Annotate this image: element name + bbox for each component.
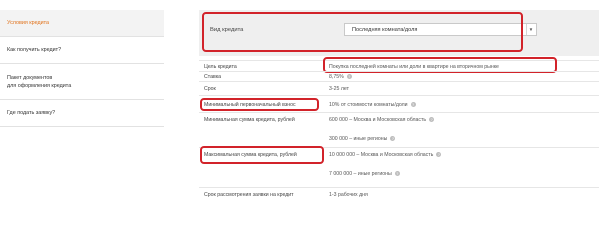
rate-label: Ставка	[204, 74, 221, 80]
info-icon[interactable]: ?	[410, 102, 416, 108]
sidebar-item-where-to-apply[interactable]: Где подать заявку?	[0, 100, 164, 127]
highlight-box-loan-type	[202, 12, 523, 52]
sidebar-item-how-to-get-loan[interactable]: Как получить кредит?	[0, 37, 164, 64]
sidebar-item-label: Где подать заявку?	[7, 110, 56, 116]
row-review: Срок рассмотрения заявки на кредит 1-3 р…	[199, 187, 599, 214]
info-icon[interactable]: ?	[346, 74, 352, 80]
sidebar-item-label: Как получить кредит?	[7, 47, 62, 53]
chevron-down-icon[interactable]: ▼	[526, 24, 535, 35]
max-amount-value-1: 10 000 000 – Москва и Московская область…	[329, 152, 442, 158]
sidebar-item-documents[interactable]: Пакет документов для оформления кредита	[0, 64, 164, 100]
review-value: 1-3 рабочих дня	[329, 192, 368, 198]
sidebar-item-label: Условия кредита	[7, 20, 50, 26]
row-min-amount: Минимальная сумма кредита, рублей 600 00…	[199, 112, 599, 148]
min-amount-label: Минимальная сумма кредита, рублей	[204, 117, 295, 123]
term-value: 3-25 лет	[329, 86, 349, 92]
highlight-box-max-amount	[200, 146, 324, 164]
rate-value: 8,75%?	[329, 74, 352, 80]
sidebar-item-label: Пакет документов для оформления кредита	[7, 74, 72, 89]
down-payment-value: 10% от стоимости комнаты/доли?	[329, 102, 416, 108]
min-amount-value-2: 300 000 – иные регионы?	[329, 136, 396, 142]
term-label: Срок	[204, 86, 216, 92]
row-term: Срок 3-25 лет	[199, 81, 599, 96]
info-icon[interactable]: ?	[390, 136, 396, 142]
sidebar-item-loan-terms[interactable]: Условия кредита	[0, 10, 164, 37]
highlight-box-down-payment	[200, 98, 319, 111]
purpose-label: Цель кредита	[204, 64, 237, 70]
info-icon[interactable]: ?	[429, 117, 435, 123]
info-icon[interactable]: ?	[436, 152, 442, 158]
info-icon[interactable]: ?	[394, 171, 400, 177]
review-label: Срок рассмотрения заявки на кредит	[204, 192, 294, 198]
sidebar-nav: Условия кредита Как получить кредит? Пак…	[0, 10, 164, 127]
max-amount-value-2: 7 000 000 – иные регионы?	[329, 171, 400, 177]
min-amount-value-1: 600 000 – Москва и Московская область?	[329, 117, 435, 123]
